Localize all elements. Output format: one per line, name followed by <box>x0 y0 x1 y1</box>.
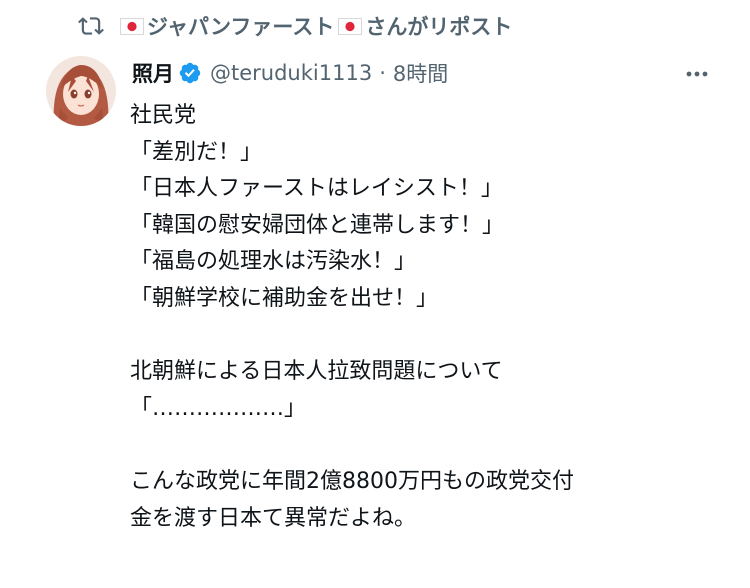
more-options-icon[interactable] <box>681 60 713 88</box>
repost-suffix: さんがリポスト <box>365 15 513 39</box>
tweet-text-line: 「………………」 <box>130 395 307 421</box>
tweet-text-line: 「朝鮮学校に補助金を出せ！」 <box>130 285 439 311</box>
user-handle[interactable]: @teruduki1113 <box>210 61 372 85</box>
repost-indicator[interactable]: ジャパンファースト さんがリポスト <box>78 6 512 46</box>
tweet-text: 社民党 「差別だ！」 「日本人ファーストはレイシスト！」 「韓国の慰安婦団体と連… <box>130 98 730 537</box>
japan-flag-icon <box>338 17 363 35</box>
avatar[interactable] <box>46 56 116 126</box>
tweet-text-line: 北朝鮮による日本人拉致問題について <box>130 359 503 385</box>
timestamp[interactable]: 8時間 <box>393 58 448 88</box>
japan-flag-icon <box>120 17 144 35</box>
tweet-text-line: 「福島の処理水は汚染水！」 <box>130 249 417 275</box>
tweet-header: 照月 @teruduki1113 · 8時間 <box>132 56 448 90</box>
repost-account-name[interactable]: ジャパンファースト <box>147 11 334 41</box>
tweet-text-line: 「日本人ファーストはレイシスト！」 <box>130 176 503 202</box>
separator-dot: · <box>379 61 386 85</box>
verified-badge-icon <box>178 61 202 85</box>
repost-icon <box>78 13 104 39</box>
tweet-text-line: 金を渡す日本て異常だよね。 <box>130 505 417 531</box>
display-name[interactable]: 照月 <box>132 58 174 88</box>
tweet-text-line: 社民党 <box>130 103 197 128</box>
tweet-text-line: 「差別だ！」 <box>130 139 263 165</box>
tweet-text-line: こんな政党に年間2億8800万円もの政党交付 <box>130 468 574 494</box>
tweet-text-line: 「韓国の慰安婦団体と連帯します！」 <box>130 212 505 238</box>
